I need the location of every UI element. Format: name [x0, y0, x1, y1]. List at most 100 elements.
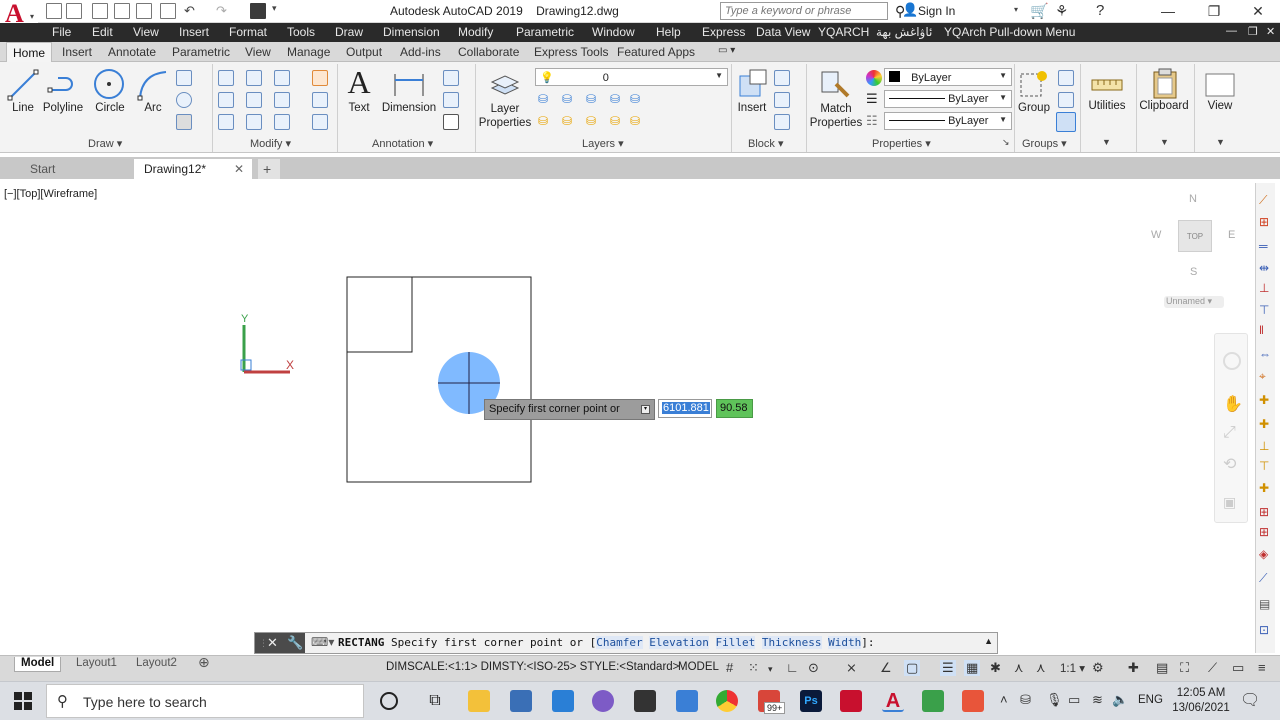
minimize-button[interactable]: — — [1150, 1, 1186, 21]
inner-rectangle[interactable] — [346, 276, 413, 353]
model-space-button[interactable]: MODEL — [678, 661, 719, 673]
grid-icon[interactable]: # — [726, 660, 733, 675]
dim-tool-icon[interactable]: ⊞ — [1259, 505, 1273, 519]
windows-start-icon[interactable] — [14, 692, 32, 710]
help-search-input[interactable]: Type a keyword or phrase — [720, 2, 888, 20]
ellipse-icon[interactable] — [176, 92, 192, 108]
viewcube-east[interactable]: E — [1228, 229, 1235, 241]
new-file-icon[interactable] — [46, 3, 62, 19]
tray-window-icon[interactable]: ▭ — [1068, 692, 1080, 708]
workspace-icon[interactable] — [250, 3, 266, 19]
array-icon[interactable] — [274, 114, 290, 130]
text-button[interactable]: Text — [342, 102, 376, 114]
menu-modify[interactable]: Modify — [458, 25, 493, 39]
restore-button[interactable]: ❐ — [1196, 1, 1232, 21]
dim-tool-icon[interactable]: ⊞ — [1259, 525, 1273, 539]
line-button[interactable]: Line — [6, 102, 40, 114]
scale-icon[interactable] — [246, 114, 262, 130]
dim-tool-icon[interactable]: ⟋ — [1259, 193, 1273, 207]
layer-tools-icon[interactable]: ⛁ — [538, 92, 554, 108]
mirror-icon[interactable] — [246, 92, 262, 108]
polyline-button[interactable]: Polyline — [40, 102, 86, 114]
layer-tools-icon[interactable]: ⛁ — [610, 114, 626, 130]
group-selection-icon[interactable] — [1056, 112, 1076, 132]
menu-arabic[interactable]: ئاۋاغش بهة — [876, 25, 932, 39]
clipboard-button[interactable]: Clipboard — [1136, 100, 1192, 112]
mail-icon[interactable] — [552, 690, 574, 712]
layer-properties-button[interactable]: Layer Properties — [478, 102, 532, 130]
menu-dimension[interactable]: Dimension — [383, 25, 440, 39]
annotation-visibility-icon[interactable]: ⋏ — [1014, 660, 1024, 676]
tab-layout2[interactable]: Layout2 — [130, 657, 183, 672]
customize-qat-dropdown-icon[interactable]: ▾ — [272, 3, 288, 19]
edit-block-icon[interactable] — [774, 92, 790, 108]
panel-title-modify[interactable]: Modify ▾ — [250, 137, 291, 150]
menu-draw[interactable]: Draw — [335, 25, 363, 39]
offset-icon[interactable] — [312, 114, 328, 130]
view-button[interactable]: View — [1198, 100, 1242, 112]
panel-title-properties[interactable]: Properties ▾ — [872, 137, 931, 150]
navigation-bar[interactable]: ✋ ⤢ ⟲ ▣ — [1214, 333, 1248, 523]
close-icon[interactable]: ✕ — [267, 635, 278, 651]
customize-wrench-icon[interactable]: 🔧 — [287, 635, 303, 651]
isodraft-icon[interactable]: ⨯ — [846, 660, 857, 676]
dim-tool-icon[interactable]: ⊥ — [1259, 439, 1273, 453]
rectangle-icon[interactable] — [176, 70, 192, 86]
menu-window[interactable]: Window — [592, 25, 635, 39]
viber-icon[interactable] — [592, 690, 614, 712]
panel-title-layers[interactable]: Layers ▾ — [582, 137, 624, 150]
app-green-icon[interactable] — [922, 690, 944, 712]
ortho-icon[interactable]: ∟ — [786, 660, 799, 675]
osnap-icon[interactable]: ▢ — [904, 660, 921, 676]
tab-insert[interactable]: Insert — [62, 45, 92, 59]
dim-tool-icon[interactable]: ⊡ — [1259, 623, 1273, 637]
restore-doc-icon[interactable]: ❐ — [1248, 25, 1258, 38]
chevron-down-icon[interactable]: ▼ — [1216, 137, 1225, 147]
add-layout-button[interactable]: ⊕ — [192, 654, 216, 670]
dim-tool-icon[interactable]: ⟋ — [1259, 571, 1273, 585]
taskbar-search-box[interactable]: ⚲ Type here to search — [46, 684, 364, 718]
menu-view[interactable]: View — [133, 25, 159, 39]
explode-icon[interactable] — [312, 92, 328, 108]
rotate-icon[interactable] — [246, 70, 262, 86]
layer-tools-icon[interactable]: ⛁ — [562, 114, 578, 130]
insert-button[interactable]: Insert — [732, 102, 772, 114]
snap-icon[interactable]: ⁙ — [748, 660, 759, 676]
file-explorer-icon[interactable] — [468, 690, 490, 712]
osnap-tracking-icon[interactable]: ∠ — [880, 660, 892, 676]
copy-icon[interactable] — [218, 92, 234, 108]
layer-tools-icon[interactable]: ⛁ — [586, 114, 602, 130]
tab-featured-apps[interactable]: Featured Apps — [617, 45, 695, 59]
viewcube-top-face[interactable]: TOP — [1178, 220, 1212, 252]
autocad-taskbar-icon[interactable]: A — [882, 690, 904, 712]
layer-tools-icon[interactable]: ⛁ — [630, 114, 646, 130]
dim-tool-icon[interactable]: ⇔ — [1259, 347, 1273, 361]
tray-up-arrow-icon[interactable]: ˄ — [1000, 692, 1008, 707]
minimize-doc-icon[interactable]: — — [1226, 25, 1237, 37]
layer-tools-icon[interactable]: ⛁ — [562, 92, 578, 108]
close-window-button[interactable]: ✕ — [1240, 1, 1276, 21]
options-dropdown-icon[interactable]: ▾ — [641, 405, 650, 414]
dim-tool-icon[interactable]: ◈ — [1259, 547, 1273, 561]
layer-tools-icon[interactable]: ⛁ — [610, 92, 626, 108]
dim-tool-icon[interactable]: ‖ — [1259, 323, 1273, 337]
menu-edit[interactable]: Edit — [92, 25, 113, 39]
panel-title-draw[interactable]: Draw ▾ — [88, 137, 122, 150]
help-icon[interactable]: ? — [1096, 2, 1104, 19]
cart-icon[interactable]: 🛒 — [1030, 2, 1049, 20]
volume-icon[interactable]: 🔈 — [1112, 692, 1128, 708]
erase-icon[interactable] — [312, 70, 328, 86]
ribbon-toggle-icon[interactable]: ▭ ▾ — [718, 45, 735, 56]
dim-tool-icon[interactable]: ✚ — [1259, 393, 1273, 407]
undo-icon[interactable]: ↶ — [184, 3, 200, 19]
menu-yqarch-pulldown[interactable]: YQArch Pull-down Menu — [944, 25, 1075, 39]
plot-icon[interactable] — [136, 3, 152, 19]
menu-data-view[interactable]: Data View — [756, 25, 810, 39]
a360-icon[interactable]: ⚘ — [1055, 2, 1068, 20]
match-properties-button[interactable]: Match Properties — [808, 102, 864, 130]
panel-title-block[interactable]: Block ▾ — [748, 137, 783, 150]
dim-tool-icon[interactable]: ═ — [1259, 239, 1273, 253]
table-icon[interactable] — [443, 114, 459, 130]
viewcube-south[interactable]: S — [1190, 266, 1197, 278]
cortana-icon[interactable] — [380, 692, 398, 710]
